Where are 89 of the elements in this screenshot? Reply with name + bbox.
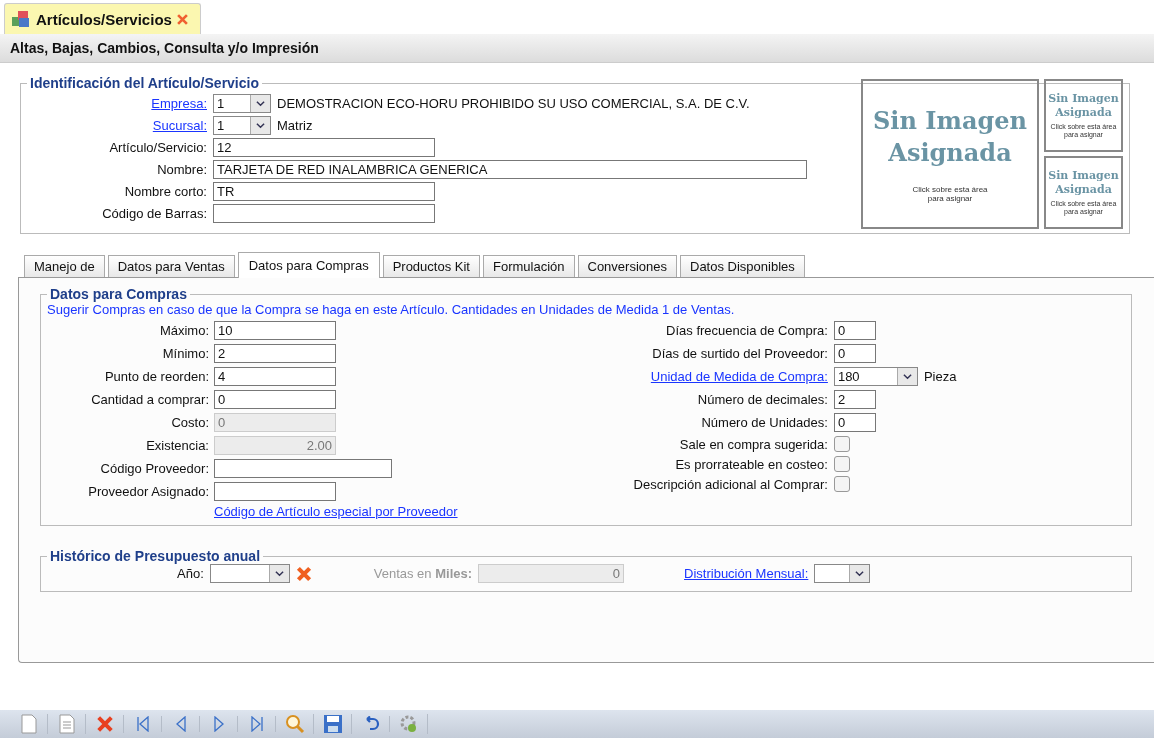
gear-icon[interactable] — [398, 714, 419, 734]
field-label: Número de decimales: — [696, 392, 828, 407]
field-label: Mínimo: — [161, 346, 209, 361]
field-label: Número de Unidades: — [700, 415, 828, 430]
field-label: Días de surtido del Proveedor: — [651, 346, 828, 361]
field-label: Costo: — [170, 415, 209, 430]
field-label: Código Proveedor: — [99, 461, 209, 476]
dropdown-icon[interactable] — [268, 565, 289, 582]
input-field[interactable]: 0 — [833, 344, 876, 363]
supplier-code-link[interactable]: Código de Artículo especial por Proveedor — [214, 504, 458, 519]
previous-icon[interactable] — [175, 716, 186, 732]
input-field[interactable]: 0 — [214, 413, 336, 432]
field-value-text: Pieza — [923, 369, 957, 384]
input-field[interactable]: 0 — [214, 390, 336, 409]
field-label: Descripción adicional al Comprar: — [633, 476, 828, 492]
input-field[interactable]: 2 — [833, 390, 876, 409]
dropdown-icon[interactable] — [250, 117, 270, 134]
input-field[interactable]: 12 — [213, 138, 435, 157]
new-document-icon[interactable] — [20, 714, 37, 734]
field-label: Es prorrateable en costeo: — [674, 456, 828, 472]
input-field[interactable]: TARJETA DE RED INALAMBRICA GENERICA — [213, 160, 807, 179]
field-label: Nombre corto: — [123, 184, 207, 199]
dropdown-icon[interactable] — [849, 565, 870, 582]
dropdown-icon[interactable] — [250, 95, 270, 112]
tab[interactable]: Formulación — [482, 255, 575, 277]
input-field[interactable]: 10 — [214, 321, 336, 340]
section-title: Identificación del Artículo/Servicio — [29, 75, 260, 91]
field-value-text: Matriz — [277, 118, 313, 133]
first-record-icon[interactable] — [135, 716, 150, 732]
field-label: Artículo/Servicio: — [108, 140, 207, 155]
placeholder-title: Sin Imagen Asignada — [872, 105, 1028, 169]
page-subtitle: Altas, Bajas, Cambios, Consulta y/o Impresión — [10, 40, 319, 56]
checkbox[interactable] — [833, 436, 850, 452]
tab[interactable]: Conversiones — [577, 255, 677, 277]
field-label: Código de Barras: — [101, 206, 207, 221]
field-label: Máximo: — [158, 323, 209, 338]
cubes-icon — [11, 10, 31, 28]
combo-box[interactable]: 180 — [833, 367, 918, 386]
tab[interactable]: Productos Kit — [382, 255, 480, 277]
input-field[interactable]: TR — [213, 182, 435, 201]
field-label: Existencia: — [145, 438, 209, 453]
field-label: Año: — [177, 566, 204, 581]
save-icon[interactable] — [322, 714, 343, 734]
image-placeholder[interactable]: Sin Imagen Asignada Click sobre esta área para asignar — [861, 79, 1039, 229]
close-icon[interactable] — [176, 13, 188, 25]
field-link[interactable]: Sucursal: — [27, 118, 207, 133]
input-field[interactable]: 4 — [214, 367, 336, 386]
input-field[interactable]: 0 — [833, 413, 876, 432]
combo-box[interactable] — [814, 564, 871, 583]
placeholder-title: Sin Imagen Asignada — [1047, 92, 1120, 120]
placeholder-hint: Click sobre esta área para asignar — [911, 185, 989, 203]
input-field[interactable]: 0 — [478, 564, 625, 583]
tab[interactable]: Datos para Compras — [237, 252, 380, 278]
document-tab[interactable]: Artículos/Servicios — [4, 3, 201, 34]
tab[interactable]: Datos Disponibles — [680, 255, 805, 277]
checkbox[interactable] — [833, 456, 850, 472]
field-label: Punto de reorden: — [103, 369, 209, 384]
dropdown-icon[interactable] — [896, 368, 917, 385]
search-icon[interactable] — [284, 714, 305, 734]
input-field[interactable] — [213, 204, 435, 223]
delete-icon[interactable] — [295, 565, 312, 582]
placeholder-title: Sin Imagen Asignada — [1047, 169, 1120, 197]
field-link[interactable]: Unidad de Medida de Compra: — [633, 369, 828, 384]
input-field[interactable]: 0 — [833, 321, 876, 340]
field-link[interactable]: Distribución Mensual: — [684, 566, 809, 581]
field-label: Cantidad a comprar: — [90, 392, 209, 407]
field-label: Nombre: — [156, 162, 207, 177]
section-title: Histórico de Presupuesto anual — [49, 548, 262, 564]
field-label: Sale en compra sugerida: — [678, 436, 828, 452]
field-value-text: DEMOSTRACION ECO-HORU PROHIBIDO SU USO COMERCIAL, S.A. DE C.V. — [277, 96, 750, 111]
delete-icon[interactable] — [95, 715, 114, 733]
tab[interactable]: Manejo de — [24, 255, 105, 277]
field-link[interactable]: Empresa: — [27, 96, 207, 111]
input-field[interactable] — [214, 459, 392, 478]
next-icon[interactable] — [213, 716, 224, 732]
tab[interactable]: Datos para Ventas — [107, 255, 235, 277]
input-field[interactable]: 2 — [214, 344, 336, 363]
field-label: Días frecuencia de Compra: — [665, 323, 828, 338]
input-field[interactable]: 2.00 — [214, 436, 336, 455]
field-label: Proveedor Asignado: — [87, 484, 209, 499]
combo-box[interactable]: 1 — [213, 94, 271, 113]
section-title: Datos para Compras — [49, 286, 188, 302]
checkbox[interactable] — [833, 476, 850, 492]
last-record-icon[interactable] — [249, 716, 264, 732]
combo-box[interactable]: 1 — [213, 116, 271, 135]
document-icon[interactable] — [58, 714, 75, 734]
info-note: Sugerir Compras en caso de que la Compra se haga en este Artículo. Cantidades en Unidades de Medida 1 de Ventas. — [47, 302, 736, 317]
field-label: Ventas en Miles: — [373, 566, 473, 581]
input-field[interactable] — [214, 482, 336, 501]
